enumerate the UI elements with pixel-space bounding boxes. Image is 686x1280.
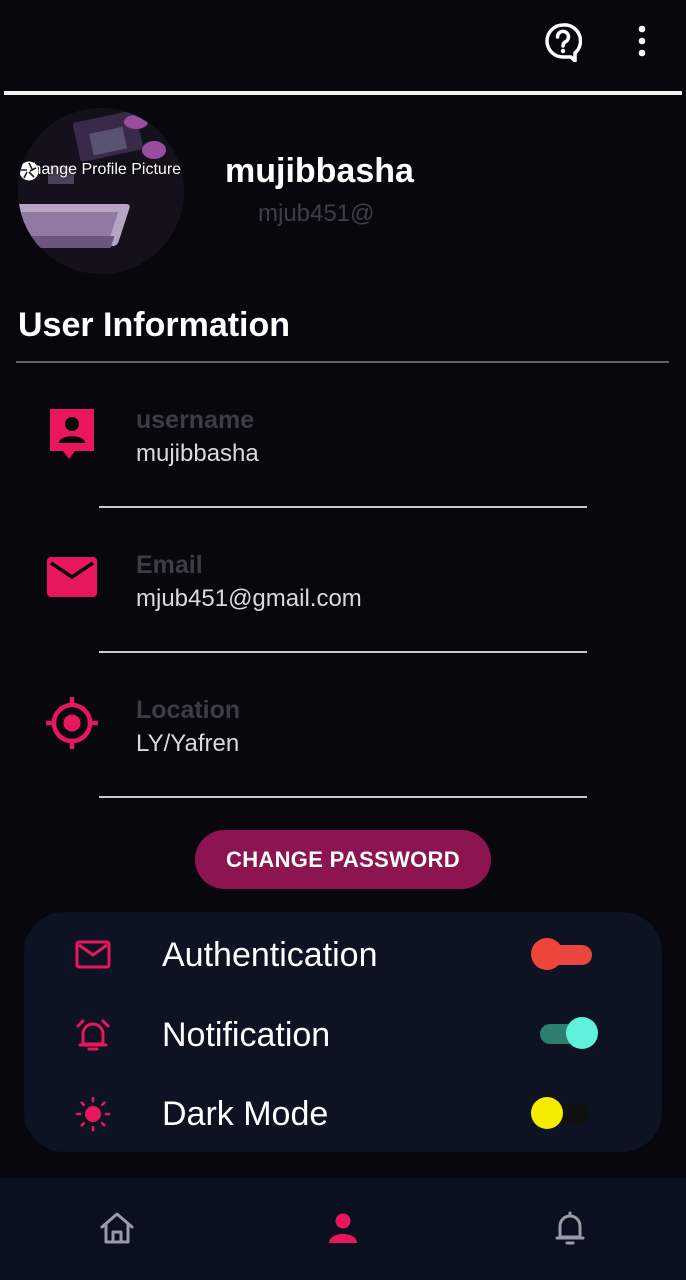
field-value[interactable]: LY/Yafren: [136, 730, 239, 758]
toggle-thumb: [531, 1097, 563, 1129]
setting-row-authentication: Authentication: [24, 922, 662, 982]
sun-icon: [74, 1095, 112, 1133]
alarm-bell-icon: [74, 1016, 112, 1054]
bell-icon[interactable]: [550, 1208, 590, 1248]
avatar-illustration: [18, 108, 184, 274]
more-vertical-icon[interactable]: [630, 24, 654, 58]
section-title: User Information: [18, 306, 291, 344]
setting-row-notification: Notification: [24, 1002, 662, 1062]
field-label: Location: [136, 696, 241, 724]
notification-toggle[interactable]: [532, 1013, 604, 1053]
field-value[interactable]: mujibbasha: [136, 440, 259, 468]
info-row-username: username mujibbasha: [0, 390, 686, 535]
setting-label: Notification: [162, 1016, 331, 1054]
authentication-toggle[interactable]: [528, 934, 600, 974]
info-row-location: Location LY/Yafren: [0, 680, 686, 825]
field-label: Email: [136, 551, 203, 579]
setting-row-dark-mode: Dark Mode: [24, 1081, 662, 1141]
bottom-navigation: [0, 1178, 686, 1280]
setting-label: Dark Mode: [162, 1095, 329, 1133]
field-value[interactable]: mjub451@gmail.com: [136, 585, 362, 613]
dark-mode-toggle[interactable]: [528, 1093, 600, 1133]
change-profile-picture-label[interactable]: Change Profile Picture: [18, 160, 184, 181]
change-password-button[interactable]: CHANGE PASSWORD: [195, 830, 491, 889]
avatar-overlay-text: Change Profile Picture: [20, 161, 182, 178]
field-label: username: [136, 406, 255, 434]
camera-aperture-icon: [19, 161, 39, 181]
help-circle-icon[interactable]: [544, 22, 583, 63]
settings-card: Authentication Notification Dark Mode: [24, 912, 662, 1152]
profile-name: mujibbasha: [225, 152, 414, 190]
info-row-email: Email mjub451@gmail.com: [0, 535, 686, 680]
field-underline: [99, 506, 587, 508]
toggle-thumb: [531, 938, 563, 970]
person-icon[interactable]: [323, 1208, 363, 1248]
field-underline: [99, 796, 587, 798]
mail-outline-icon: [74, 936, 112, 974]
setting-label: Authentication: [162, 936, 378, 974]
profile-avatar[interactable]: Change Profile Picture: [18, 108, 184, 274]
top-divider: [4, 91, 682, 95]
section-divider: [16, 361, 669, 363]
email-icon: [44, 549, 102, 607]
account-box-icon: [44, 406, 102, 464]
home-icon[interactable]: [97, 1208, 137, 1248]
top-app-bar: [0, 0, 686, 92]
location-target-icon: [44, 694, 102, 752]
field-underline: [99, 651, 587, 653]
toggle-thumb: [566, 1017, 598, 1049]
profile-handle: mjub451@: [258, 200, 375, 227]
